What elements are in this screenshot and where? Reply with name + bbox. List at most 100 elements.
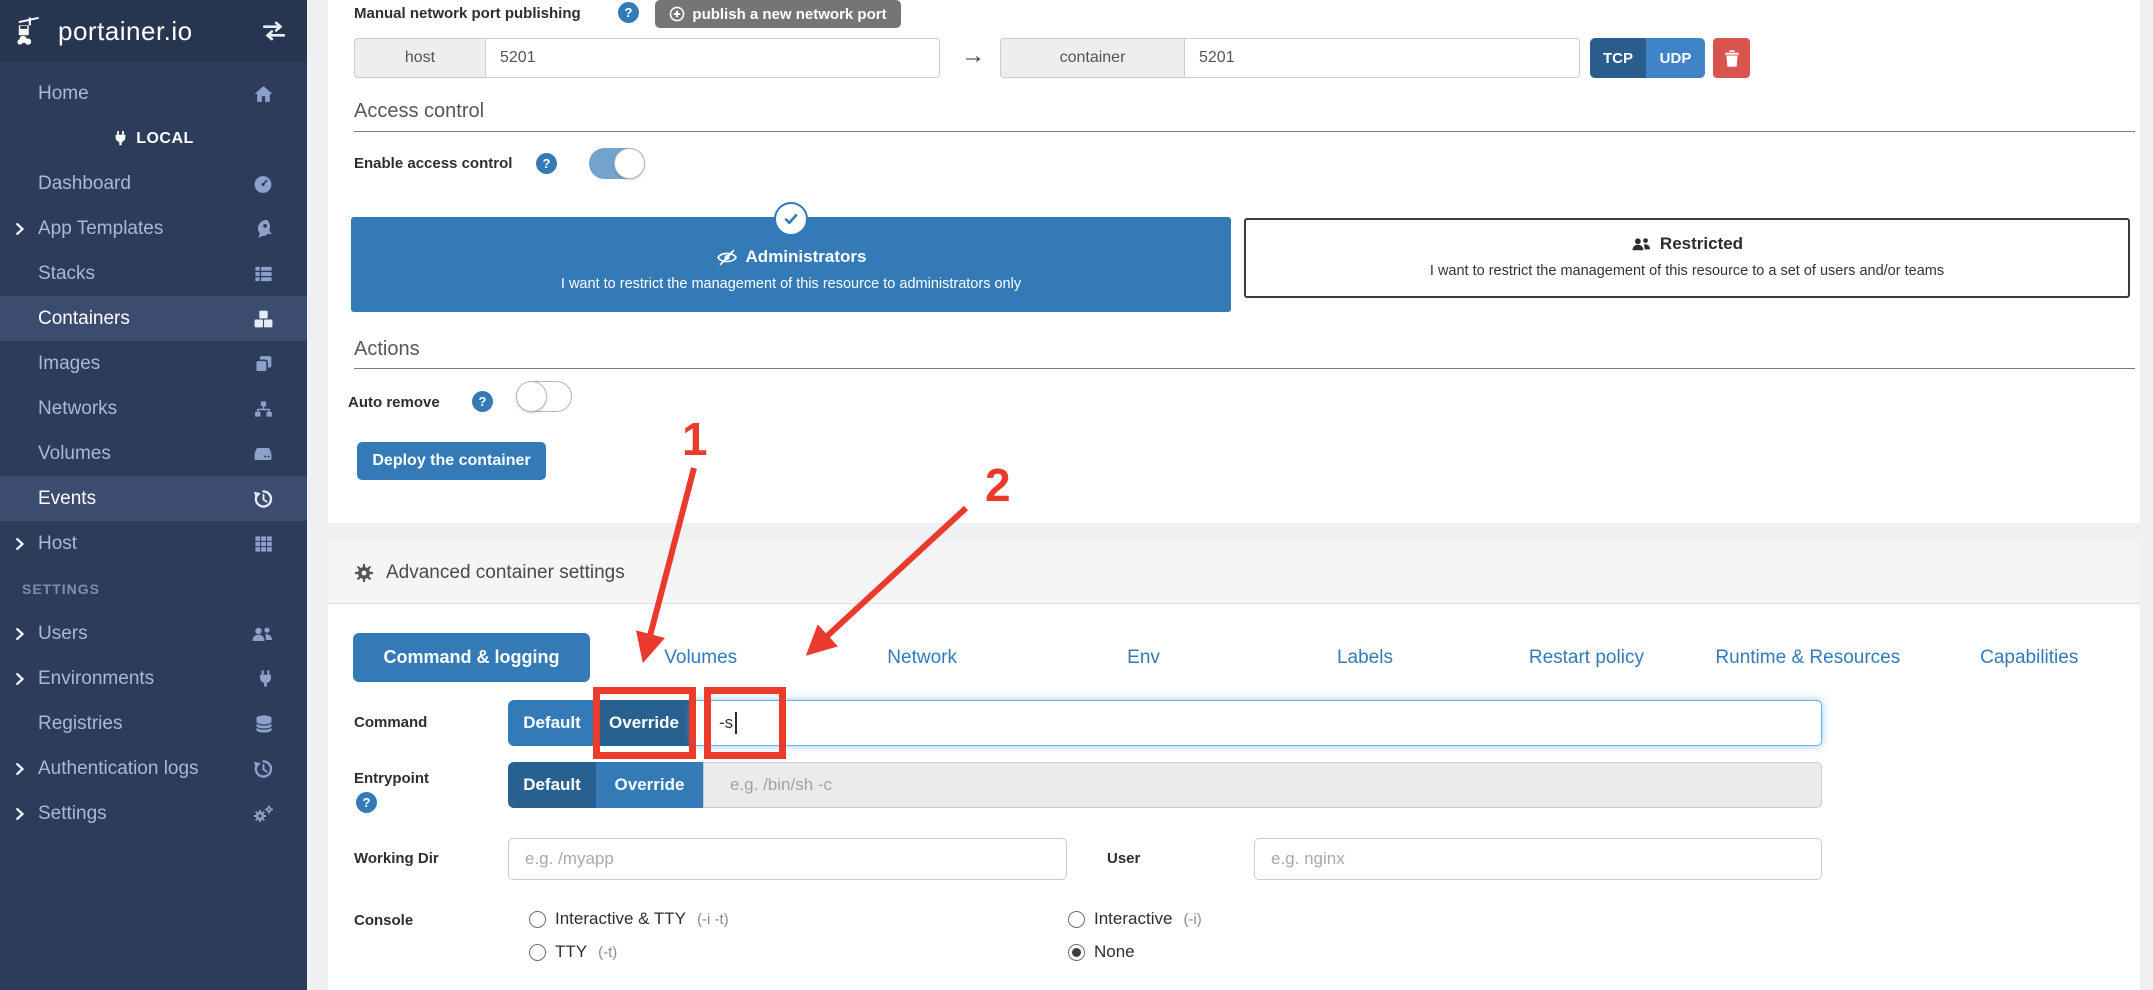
sidebar-item-label: Environments xyxy=(38,668,154,690)
advanced-settings-header: Advanced container settings xyxy=(328,542,2140,604)
sidebar-item-home[interactable]: Home xyxy=(0,71,307,116)
command-default-button[interactable]: Default xyxy=(508,700,596,746)
sidebar-item-app-templates[interactable]: App Templates xyxy=(0,206,307,251)
port-mapping-row: host 5201 → container 5201 TCP UDP xyxy=(328,38,2140,78)
user-input[interactable]: e.g. nginx xyxy=(1254,838,1822,880)
administrators-option[interactable]: Administrators I want to restrict the ma… xyxy=(351,217,1231,312)
entrypoint-input[interactable]: e.g. /bin/sh -c xyxy=(703,762,1822,808)
host-port-addon: host xyxy=(354,38,486,78)
port-publishing-title: Manual network port publishing xyxy=(354,5,581,22)
sidebar-item-networks[interactable]: Networks xyxy=(0,386,307,431)
working-dir-input[interactable]: e.g. /myapp xyxy=(508,838,1067,880)
sidebar-item-label: Stacks xyxy=(38,263,95,285)
tab-restart-policy[interactable]: Restart policy xyxy=(1476,633,1697,682)
enable-access-control-toggle[interactable] xyxy=(589,148,645,179)
console-option-interactive[interactable]: Interactive (-i) xyxy=(1068,909,1202,929)
users-icon xyxy=(1631,235,1652,253)
sidebar-item-dashboard[interactable]: Dashboard xyxy=(0,161,307,206)
console-option-interactive-tty[interactable]: Interactive & TTY (-i -t) xyxy=(529,909,729,929)
sidebar-item-label: Containers xyxy=(38,308,130,330)
sidebar-item-settings[interactable]: Settings xyxy=(0,791,307,836)
sidebar-item-label: App Templates xyxy=(38,218,163,240)
tab-labels[interactable]: Labels xyxy=(1254,633,1475,682)
sidebar-item-authentication-logs[interactable]: Authentication logs xyxy=(0,746,307,791)
volumes-icon xyxy=(252,444,274,464)
chevron-right-icon xyxy=(12,806,27,821)
help-icon[interactable]: ? xyxy=(536,153,557,174)
containers-icon xyxy=(253,308,274,329)
divider xyxy=(354,131,2135,132)
entrypoint-override-button[interactable]: Override xyxy=(596,762,703,808)
sidebar-item-host[interactable]: Host xyxy=(0,521,307,566)
publish-port-button[interactable]: publish a new network port xyxy=(655,0,901,28)
tab-capabilities[interactable]: Capabilities xyxy=(1919,633,2140,682)
sidebar: portainer.io Home LOCAL Dashboard App Te… xyxy=(0,0,307,990)
remove-port-button[interactable] xyxy=(1713,38,1750,78)
sidebar-item-label: Volumes xyxy=(38,443,111,465)
check-circle-icon xyxy=(774,202,808,236)
divider xyxy=(354,368,2135,369)
toggle-knob xyxy=(516,381,547,412)
command-input[interactable]: -s xyxy=(692,700,1822,746)
working-dir-label: Working Dir xyxy=(354,850,439,867)
enable-access-control-label: Enable access control xyxy=(354,155,512,172)
tab-command-logging[interactable]: Command & logging xyxy=(353,633,590,682)
tab-runtime-resources[interactable]: Runtime & Resources xyxy=(1697,633,1918,682)
help-icon[interactable]: ? xyxy=(472,391,493,412)
advanced-settings-panel: Advanced container settings Command & lo… xyxy=(328,542,2140,990)
entrypoint-default-button[interactable]: Default xyxy=(508,762,596,808)
sidebar-environment-header: LOCAL xyxy=(0,116,307,161)
tab-env[interactable]: Env xyxy=(1033,633,1254,682)
tcp-button[interactable]: TCP xyxy=(1590,38,1646,78)
port-map-arrow-icon: → xyxy=(953,42,993,70)
tab-network[interactable]: Network xyxy=(811,633,1032,682)
container-port-addon: container xyxy=(1000,38,1185,78)
radio-icon xyxy=(1068,911,1085,928)
sidebar-item-label: Registries xyxy=(38,713,122,735)
sidebar-item-containers[interactable]: Containers xyxy=(0,296,307,341)
portainer-logo-icon xyxy=(16,13,50,49)
container-port-input[interactable]: 5201 xyxy=(1185,38,1580,78)
actions-title: Actions xyxy=(354,338,420,361)
sidebar-header: portainer.io xyxy=(0,0,307,62)
chevron-right-icon xyxy=(12,221,27,236)
console-option-tty[interactable]: TTY (-t) xyxy=(529,942,617,962)
sidebar-item-events[interactable]: Events xyxy=(0,476,307,521)
deploy-container-button[interactable]: Deploy the container xyxy=(357,442,546,480)
endpoint-switch-icon[interactable] xyxy=(261,20,287,42)
command-override-button[interactable]: Override xyxy=(596,700,692,746)
radio-checked-icon xyxy=(1068,944,1085,961)
tab-volumes[interactable]: Volumes xyxy=(590,633,811,682)
restricted-option[interactable]: Restricted I want to restrict the manage… xyxy=(1244,218,2130,298)
page-gutter xyxy=(2140,0,2153,990)
home-icon xyxy=(253,83,274,104)
plus-circle-icon xyxy=(669,6,685,22)
sidebar-item-label: Images xyxy=(38,353,100,375)
help-icon[interactable]: ? xyxy=(356,792,377,813)
sidebar-item-environments[interactable]: Environments xyxy=(0,656,307,701)
access-control-title: Access control xyxy=(354,100,484,123)
history-icon xyxy=(253,758,274,779)
sidebar-item-stacks[interactable]: Stacks xyxy=(0,251,307,296)
sidebar-item-images[interactable]: Images xyxy=(0,341,307,386)
auto-remove-toggle[interactable] xyxy=(516,381,572,412)
sidebar-item-volumes[interactable]: Volumes xyxy=(0,431,307,476)
radio-icon xyxy=(529,911,546,928)
host-port-input[interactable]: 5201 xyxy=(486,38,940,78)
brand-title: portainer.io xyxy=(58,16,261,47)
sidebar-item-label: Authentication logs xyxy=(38,758,199,780)
chevron-right-icon xyxy=(12,536,27,551)
sidebar-item-label: Settings xyxy=(38,803,107,825)
eye-slash-icon xyxy=(716,249,738,266)
sidebar-item-label: Events xyxy=(38,488,96,510)
sidebar-item-label: Users xyxy=(38,623,88,645)
command-label: Command xyxy=(354,714,427,731)
sidebar-item-registries[interactable]: Registries xyxy=(0,701,307,746)
user-label: User xyxy=(1107,850,1140,867)
help-icon[interactable]: ? xyxy=(618,2,639,23)
rocket-icon xyxy=(253,218,274,239)
udp-button[interactable]: UDP xyxy=(1646,38,1705,78)
console-option-none[interactable]: None xyxy=(1068,942,1135,962)
sidebar-item-users[interactable]: Users xyxy=(0,611,307,656)
radio-icon xyxy=(529,944,546,961)
